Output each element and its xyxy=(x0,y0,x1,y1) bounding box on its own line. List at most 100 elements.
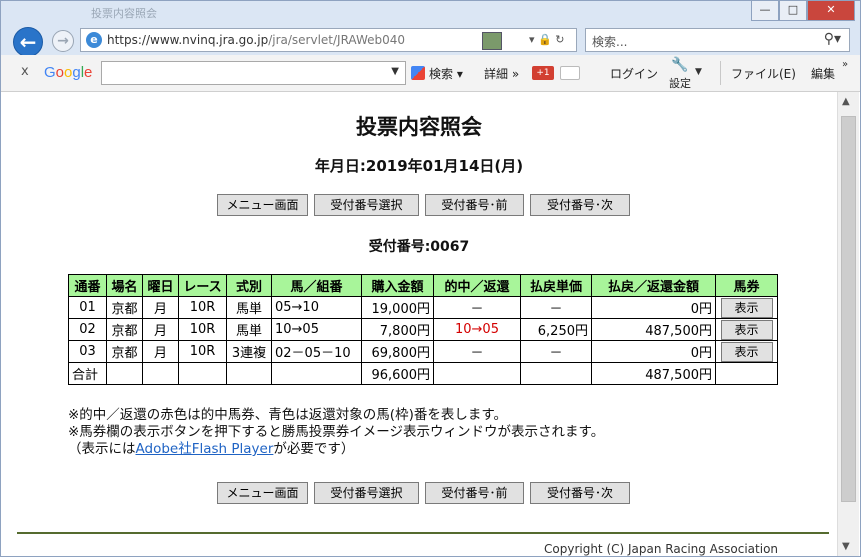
page-title: 投票内容照会 xyxy=(356,115,482,139)
settings-dropdown-icon[interactable]: ▼ xyxy=(695,67,702,77)
cell-combo: 05→10 xyxy=(271,296,362,319)
url-text[interactable]: https://www.nvinq.jra.go.jp/jra/servlet/… xyxy=(107,33,405,47)
forward-arrow-icon: → xyxy=(57,33,69,49)
search-icon[interactable]: ⚲▾ xyxy=(824,31,841,47)
empty-cell xyxy=(271,362,362,385)
col-header: 払戻／返還金額 xyxy=(591,274,716,297)
prev-receipt-button[interactable]: 受付番号･前 xyxy=(425,482,524,504)
scroll-down-icon[interactable]: ▼ xyxy=(842,541,850,552)
vertical-scrollbar[interactable]: ▲ ▼ xyxy=(837,92,859,556)
minimize-button[interactable]: — xyxy=(751,1,779,21)
receipt-number: 受付番号:0067 xyxy=(368,239,470,255)
cell-no: 02 xyxy=(68,318,107,341)
note-line: ※馬券欄の表示ボタンを押下すると勝馬投票券イメージ表示ウィンドウが表示されます。 xyxy=(68,424,605,440)
empty-cell xyxy=(142,362,179,385)
back-arrow-icon: ← xyxy=(19,30,37,54)
scroll-up-icon[interactable]: ▲ xyxy=(842,96,850,107)
empty-cell xyxy=(178,362,227,385)
cell-race: 10R xyxy=(178,318,227,341)
address-bar[interactable]: e https://www.nvinq.jra.go.jp/jra/servle… xyxy=(80,28,577,52)
menu-button[interactable]: メニュー画面 xyxy=(217,482,308,504)
next-receipt-button[interactable]: 受付番号･次 xyxy=(530,194,630,216)
menu-edit[interactable]: 編集 xyxy=(811,65,835,82)
cell-hit: － xyxy=(433,296,521,319)
col-header: 払戻単価 xyxy=(520,274,592,297)
close-button[interactable]: ✕ xyxy=(807,1,855,21)
cell-type: 馬単 xyxy=(226,296,272,319)
cell-ticket: 表示 xyxy=(715,340,778,363)
cell-day: 月 xyxy=(142,318,179,341)
show-ticket-button[interactable]: 表示 xyxy=(720,297,773,318)
plus-one-button[interactable]: +1 xyxy=(532,66,554,80)
cell-amount: 7,800円 xyxy=(361,318,434,341)
total-payout: 487,500円 xyxy=(591,362,716,385)
notes: ※的中／返還の赤色は的中馬券、青色は返還対象の馬(枠)番を表します。 ※馬券欄の… xyxy=(68,407,604,458)
google-g-icon xyxy=(411,66,425,80)
cell-combo: 02－05－10 xyxy=(271,340,362,363)
lock-icon[interactable]: 🔒 xyxy=(538,33,552,46)
maximize-button[interactable]: □ xyxy=(779,1,807,21)
login-button[interactable]: ログイン xyxy=(610,65,658,82)
site-tile-icon[interactable] xyxy=(482,32,502,50)
cell-amount: 19,000円 xyxy=(361,296,434,319)
title-bar: 投票内容照会 — □ ✕ xyxy=(1,1,860,25)
flash-player-link[interactable]: Adobe社Flash Player xyxy=(136,441,274,457)
empty-cell xyxy=(106,362,143,385)
detail-button[interactable]: 詳細 » xyxy=(484,65,519,82)
scroll-thumb[interactable] xyxy=(841,116,856,502)
nav-buttons-bottom: メニュー画面 受付番号選択 受付番号･前 受付番号･次 xyxy=(217,482,630,504)
google-search-input[interactable]: ▼ xyxy=(101,61,406,85)
dropdown-icon[interactable]: ▾ xyxy=(529,33,535,46)
cell-amount: 69,800円 xyxy=(361,340,434,363)
menu-button[interactable]: メニュー画面 xyxy=(217,194,308,216)
ie-icon: e xyxy=(86,32,102,48)
toolbar-divider xyxy=(720,61,721,85)
cell-race: 10R xyxy=(178,340,227,363)
cell-payout: 0円 xyxy=(591,340,716,363)
refresh-icon[interactable]: ↻ xyxy=(555,33,564,46)
nav-buttons-top: メニュー画面 受付番号選択 受付番号･前 受付番号･次 xyxy=(217,194,630,216)
cell-no: 01 xyxy=(68,296,107,319)
google-search-button[interactable]: 検索 ▾ xyxy=(411,65,463,82)
show-ticket-button[interactable]: 表示 xyxy=(720,341,773,362)
next-receipt-button[interactable]: 受付番号･次 xyxy=(530,482,630,504)
toggle-box[interactable] xyxy=(560,66,580,80)
forward-button[interactable]: → xyxy=(52,30,74,52)
select-receipt-button[interactable]: 受付番号選択 xyxy=(314,194,419,216)
cell-hit: 10→05 xyxy=(433,318,521,341)
chevron-down-icon[interactable]: ▼ xyxy=(391,66,399,77)
address-controls[interactable]: ▾ 🔒 ↻ xyxy=(529,33,564,46)
toolbar-close-icon[interactable]: x xyxy=(21,64,29,79)
more-icon[interactable]: » xyxy=(842,59,848,70)
total-row: 合計 96,600円 487,500円 xyxy=(68,362,778,385)
menu-file[interactable]: ファイル(E) xyxy=(731,65,796,82)
col-header: 馬券 xyxy=(715,274,778,297)
cell-unit: － xyxy=(520,296,592,319)
empty-cell xyxy=(715,362,778,385)
url-host: https://www.nvinq.jra.go.jp xyxy=(107,33,269,47)
wrench-icon[interactable]: 🔧 xyxy=(671,57,688,73)
select-receipt-button[interactable]: 受付番号選択 xyxy=(314,482,419,504)
google-search-label: 検索 xyxy=(429,67,454,81)
cell-unit: 6,250円 xyxy=(520,318,592,341)
cell-venue: 京都 xyxy=(106,318,143,341)
show-ticket-button[interactable]: 表示 xyxy=(720,319,773,340)
table-row: 02 京都 月 10R 馬単 10→05 7,800円 10→05 6,250円… xyxy=(68,318,778,341)
prev-receipt-button[interactable]: 受付番号･前 xyxy=(425,194,524,216)
col-header: 場名 xyxy=(106,274,143,297)
empty-cell xyxy=(226,362,272,385)
cell-ticket: 表示 xyxy=(715,296,778,319)
search-placeholder: 検索... xyxy=(592,35,628,49)
copyright: Copyright (C) Japan Racing Association xyxy=(544,542,779,556)
col-header: 式別 xyxy=(226,274,272,297)
search-box[interactable]: 検索... ⚲▾ xyxy=(585,28,850,52)
settings-button[interactable]: 設定 xyxy=(669,75,691,91)
cell-venue: 京都 xyxy=(106,296,143,319)
empty-cell xyxy=(433,362,521,385)
note-line: （表示にはAdobe社Flash Playerが必要です） xyxy=(68,441,604,458)
cell-hit: － xyxy=(433,340,521,363)
cell-payout: 0円 xyxy=(591,296,716,319)
cell-combo: 10→05 xyxy=(271,318,362,341)
back-button[interactable]: ← xyxy=(13,27,43,57)
cell-unit: － xyxy=(520,340,592,363)
